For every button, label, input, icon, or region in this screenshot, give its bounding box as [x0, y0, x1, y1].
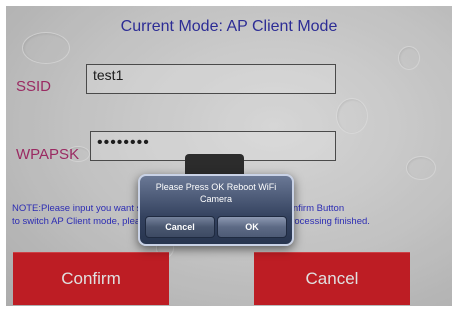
alert-ok-button[interactable]: OK: [217, 216, 287, 238]
app-screen: Current Mode: AP Client Mode SSID test1 …: [6, 6, 452, 306]
alert-message: Please Press OK Reboot WiFi Camera: [155, 182, 277, 204]
reboot-alert-dialog: Please Press OK Reboot WiFi Camera Cance…: [138, 174, 294, 246]
alert-tab: [185, 154, 244, 176]
alert-cancel-button[interactable]: Cancel: [145, 216, 215, 238]
